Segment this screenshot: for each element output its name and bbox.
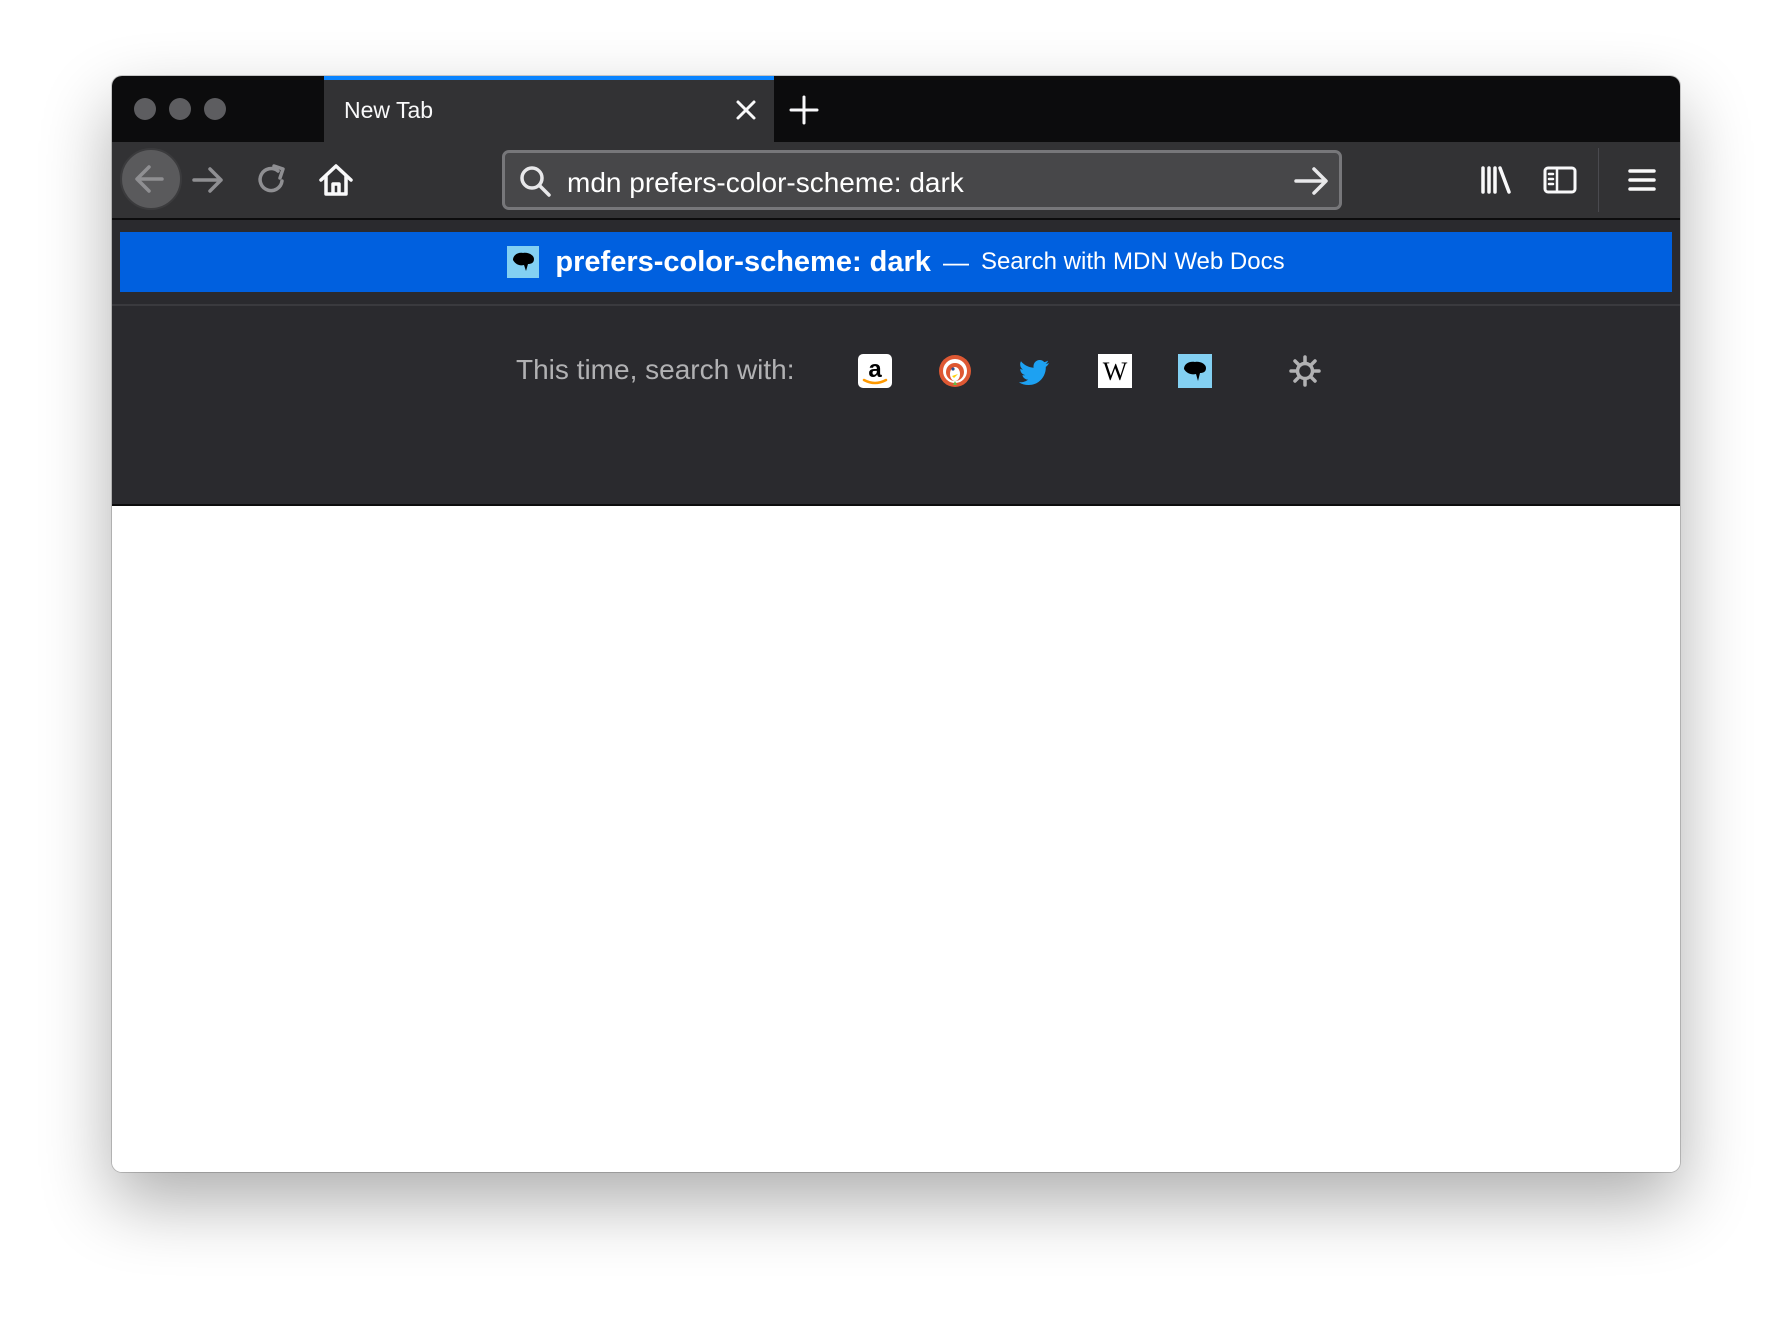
svg-text:a: a [868,356,882,383]
tab-title: New Tab [344,97,434,123]
toolbar-divider [1598,148,1599,212]
tab-new-tab[interactable]: New Tab [324,76,774,142]
sidebar-button[interactable] [1540,160,1580,200]
twitter-icon[interactable] [1018,354,1052,388]
plus-icon [789,95,819,125]
go-button[interactable] [1291,161,1331,201]
home-icon [319,164,353,196]
one-off-label: This time, search with: [516,354,795,385]
navigation-toolbar: mdn prefers-color-scheme: dark [112,142,1680,220]
home-button[interactable] [316,160,356,200]
forward-icon [192,167,223,193]
url-bar[interactable]: mdn prefers-color-scheme: dark [502,150,1342,210]
suggestion-query: prefers-color-scheme: dark [555,245,931,278]
url-dropdown: prefers-color-scheme: dark — Search with… [112,220,1680,506]
library-icon [1481,166,1511,194]
reload-icon [258,164,285,193]
duckduckgo-icon[interactable] [938,354,972,388]
one-off-search-bar: This time, search with: a W [112,306,1680,436]
arrow-right-icon [1294,167,1328,195]
close-icon[interactable] [732,96,760,124]
mdn-icon [507,246,540,278]
reload-button[interactable] [252,160,292,200]
back-button[interactable] [120,148,182,210]
page-content [112,506,1680,1172]
library-button[interactable] [1476,160,1516,200]
url-input[interactable]: mdn prefers-color-scheme: dark [567,167,964,199]
suggestion-action: Search with MDN Web Docs [980,248,1285,275]
browser-window: New Tab mdn prefers-color-scheme: dark p… [112,76,1680,1172]
mdn-engine-icon[interactable] [1178,354,1212,388]
search-suggestion-row[interactable]: prefers-color-scheme: dark — Search with… [120,232,1672,292]
tab-bar: New Tab [112,76,1680,142]
menu-icon [1628,169,1656,191]
forward-button[interactable] [188,160,228,200]
new-tab-button[interactable] [788,94,820,126]
window-zoom-button[interactable] [204,98,226,120]
sidebar-icon [1543,166,1577,194]
amazon-icon[interactable]: a [858,354,892,388]
svg-text:W: W [1103,357,1128,386]
tab-accent-line [324,76,774,80]
back-icon [135,165,164,193]
menu-button[interactable] [1622,160,1662,200]
suggestion-separator: — [942,246,969,277]
window-minimize-button[interactable] [169,98,191,120]
gear-icon[interactable] [1288,354,1322,388]
wikipedia-icon[interactable]: W [1098,354,1132,388]
search-icon [517,163,553,199]
window-close-button[interactable] [134,98,156,120]
